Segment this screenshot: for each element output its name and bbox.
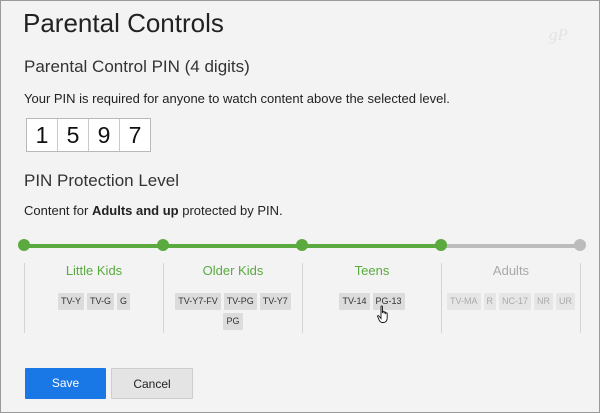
- level-ratings-little-kids: TV-Y TV-G G: [29, 293, 159, 310]
- rating-badge: R: [483, 293, 496, 310]
- level-knob-teens[interactable]: [435, 239, 447, 251]
- level-divider: [163, 263, 164, 333]
- rating-badge: UR: [556, 293, 576, 310]
- pin-heading: Parental Control PIN (4 digits): [24, 57, 250, 76]
- rating-badge: TV-Y7: [259, 293, 291, 310]
- rating-badge: TV-14: [339, 293, 370, 310]
- level-label-adults[interactable]: Adults: [456, 263, 566, 278]
- level-divider: [441, 263, 442, 333]
- level-divider: [302, 263, 303, 333]
- level-slider-track-inactive[interactable]: [442, 244, 580, 248]
- protection-desc-suffix: protected by PIN.: [178, 203, 283, 218]
- pin-digit-1[interactable]: 1: [27, 119, 58, 151]
- watermark-logo: gP: [549, 25, 568, 44]
- rating-badge: TV-Y: [57, 293, 84, 310]
- protection-desc-level: Adults and up: [91, 203, 179, 218]
- level-ratings-teens: TV-14 PG-13: [307, 293, 437, 310]
- level-ratings-older-kids: TV-Y7-FV TV-PG TV-Y7 PG: [168, 293, 298, 330]
- cancel-button[interactable]: Cancel: [111, 368, 193, 399]
- pin-digit-3[interactable]: 9: [89, 119, 120, 151]
- level-label-teens[interactable]: Teens: [317, 263, 427, 278]
- rating-badge: G: [117, 293, 131, 310]
- pin-input-group[interactable]: 1 5 9 7: [26, 118, 151, 152]
- rating-badge: TV-MA: [446, 293, 481, 310]
- protection-heading: PIN Protection Level: [24, 171, 179, 190]
- level-ratings-adults: TV-MA R NC-17 NR UR: [446, 293, 576, 310]
- rating-badge: TV-Y7-FV: [175, 293, 221, 310]
- level-divider: [580, 263, 581, 333]
- level-knob-little-kids[interactable]: [157, 239, 169, 251]
- level-label-older-kids[interactable]: Older Kids: [178, 263, 288, 278]
- save-button[interactable]: Save: [25, 368, 106, 399]
- level-divider: [24, 263, 25, 333]
- level-knob-adults[interactable]: [574, 239, 586, 251]
- pin-digit-4[interactable]: 7: [120, 119, 150, 151]
- rating-badge: NR: [534, 293, 554, 310]
- page-title: Parental Controls: [23, 8, 224, 38]
- protection-desc-prefix: Content for: [24, 203, 92, 218]
- protection-description: Content for Adults and up protected by P…: [24, 203, 283, 218]
- level-slider-track-active[interactable]: [24, 244, 442, 248]
- rating-badge: TV-PG: [223, 293, 257, 310]
- rating-badge: PG: [223, 313, 243, 330]
- level-knob-start[interactable]: [18, 239, 30, 251]
- pin-digit-2[interactable]: 5: [58, 119, 89, 151]
- rating-badge: TV-G: [86, 293, 114, 310]
- rating-badge: NC-17: [499, 293, 532, 310]
- hand-cursor-icon: [377, 305, 388, 323]
- level-knob-older-kids[interactable]: [296, 239, 308, 251]
- level-label-little-kids[interactable]: Little Kids: [39, 263, 149, 278]
- pin-description: Your PIN is required for anyone to watch…: [24, 91, 450, 106]
